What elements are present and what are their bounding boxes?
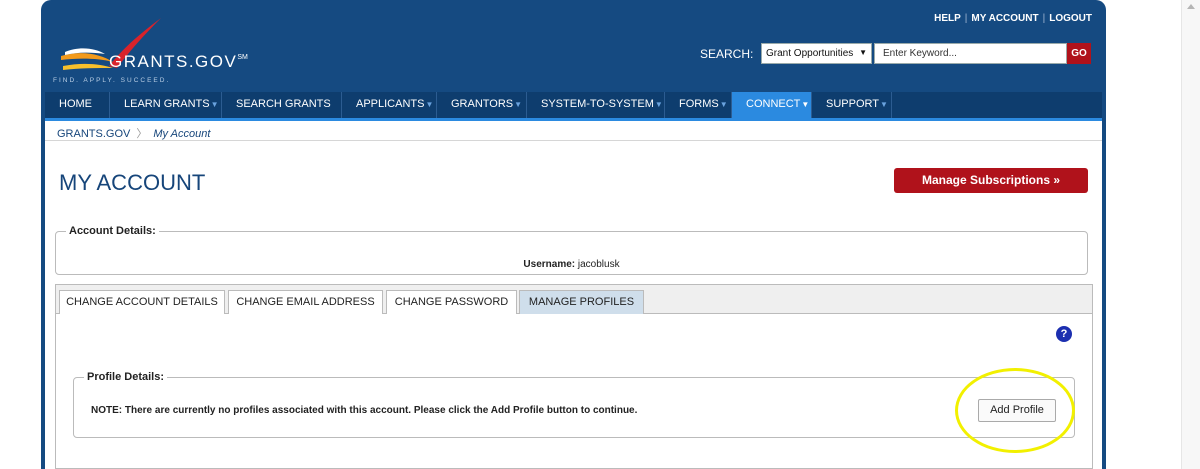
account-details-legend: Account Details:: [69, 225, 156, 237]
page-frame: GRANTS.GOVSM FIND. APPLY. SUCCEED. HELP |…: [41, 0, 1106, 469]
tab-manage-profiles[interactable]: MANAGE PROFILES: [519, 290, 644, 314]
search-input[interactable]: Enter Keyword...: [874, 43, 1067, 64]
account-details-panel: Account Details: Username: jacoblusk: [55, 225, 1088, 275]
nav-item-connect[interactable]: CONNECT▼: [732, 92, 812, 118]
search-label: SEARCH:: [700, 47, 754, 61]
username-value: jacoblusk: [577, 259, 620, 270]
main-content: GRANTS.GOV 〉 My Account MY ACCOUNT Manage …: [45, 121, 1102, 469]
tab-bar: CHANGE ACCOUNT DETAILS CHANGE EMAIL ADDR…: [56, 285, 1092, 314]
nav-item-home[interactable]: HOME: [45, 92, 110, 118]
breadcrumb-current: My Account: [153, 128, 211, 140]
logo-wordmark[interactable]: GRANTS.GOVSM: [109, 52, 248, 72]
dropdown-caret-icon: ▼: [719, 100, 728, 109]
nav-item-system-to-system[interactable]: SYSTEM-TO-SYSTEM▼: [527, 92, 665, 118]
breadcrumb: GRANTS.GOV 〉 My Account: [45, 121, 1102, 141]
my-account-link[interactable]: MY ACCOUNT: [971, 13, 1038, 24]
tagline: FIND. APPLY. SUCCEED.: [53, 77, 171, 84]
add-profile-button[interactable]: Add Profile: [978, 399, 1056, 422]
help-icon[interactable]: ?: [1056, 326, 1072, 342]
tab-change-account-details[interactable]: CHANGE ACCOUNT DETAILS: [59, 290, 225, 314]
dropdown-caret-icon: ▼: [654, 100, 663, 109]
nav-item-support[interactable]: SUPPORT▼: [812, 92, 892, 118]
dropdown-caret-icon: ▼: [514, 100, 523, 109]
manage-subscriptions-button[interactable]: Manage Subscriptions »: [894, 168, 1088, 193]
nav-item-search-grants[interactable]: SEARCH GRANTS: [222, 92, 342, 118]
nav-item-learn-grants[interactable]: LEARN GRANTS▼: [110, 92, 222, 118]
tab-change-email-address[interactable]: CHANGE EMAIL ADDRESS: [228, 290, 383, 314]
username-row: Username: jacoblusk: [56, 259, 1087, 270]
logout-link[interactable]: LOGOUT: [1049, 13, 1092, 24]
breadcrumb-root-link[interactable]: GRANTS.GOV: [57, 128, 130, 140]
help-link[interactable]: HELP: [934, 13, 961, 24]
dropdown-caret-icon: ▼: [210, 100, 219, 109]
page-title: MY ACCOUNT: [59, 170, 206, 195]
scroll-up-arrow-icon[interactable]: [1187, 4, 1195, 9]
utility-links: HELP | MY ACCOUNT | LOGOUT: [934, 13, 1092, 24]
dropdown-caret-icon: ▼: [801, 100, 810, 109]
chevron-right-icon: 〉: [136, 128, 148, 140]
nav-item-grantors[interactable]: GRANTORS▼: [437, 92, 527, 118]
username-label: Username:: [523, 259, 576, 270]
profile-details-panel: Profile Details: NOTE: There are current…: [73, 371, 1075, 438]
main-nav: HOME LEARN GRANTS▼ SEARCH GRANTS APPLICA…: [45, 92, 1102, 118]
nav-item-applicants[interactable]: APPLICANTS▼: [342, 92, 437, 118]
no-profiles-note: NOTE: There are currently no profiles as…: [91, 405, 638, 416]
search-type-select[interactable]: Grant Opportunities ▼: [761, 43, 872, 64]
profile-details-legend: Profile Details:: [87, 371, 165, 383]
grants-gov-logo[interactable]: [51, 8, 291, 88]
dropdown-caret-icon: ▼: [425, 100, 434, 109]
account-tab-panel: CHANGE ACCOUNT DETAILS CHANGE EMAIL ADDR…: [55, 284, 1093, 469]
select-caret-icon: ▼: [859, 48, 867, 57]
scrollbar[interactable]: [1181, 0, 1200, 469]
search-go-button[interactable]: GO: [1067, 43, 1091, 64]
dropdown-caret-icon: ▼: [879, 100, 888, 109]
tab-change-password[interactable]: CHANGE PASSWORD: [386, 290, 517, 314]
nav-item-forms[interactable]: FORMS▼: [665, 92, 732, 118]
